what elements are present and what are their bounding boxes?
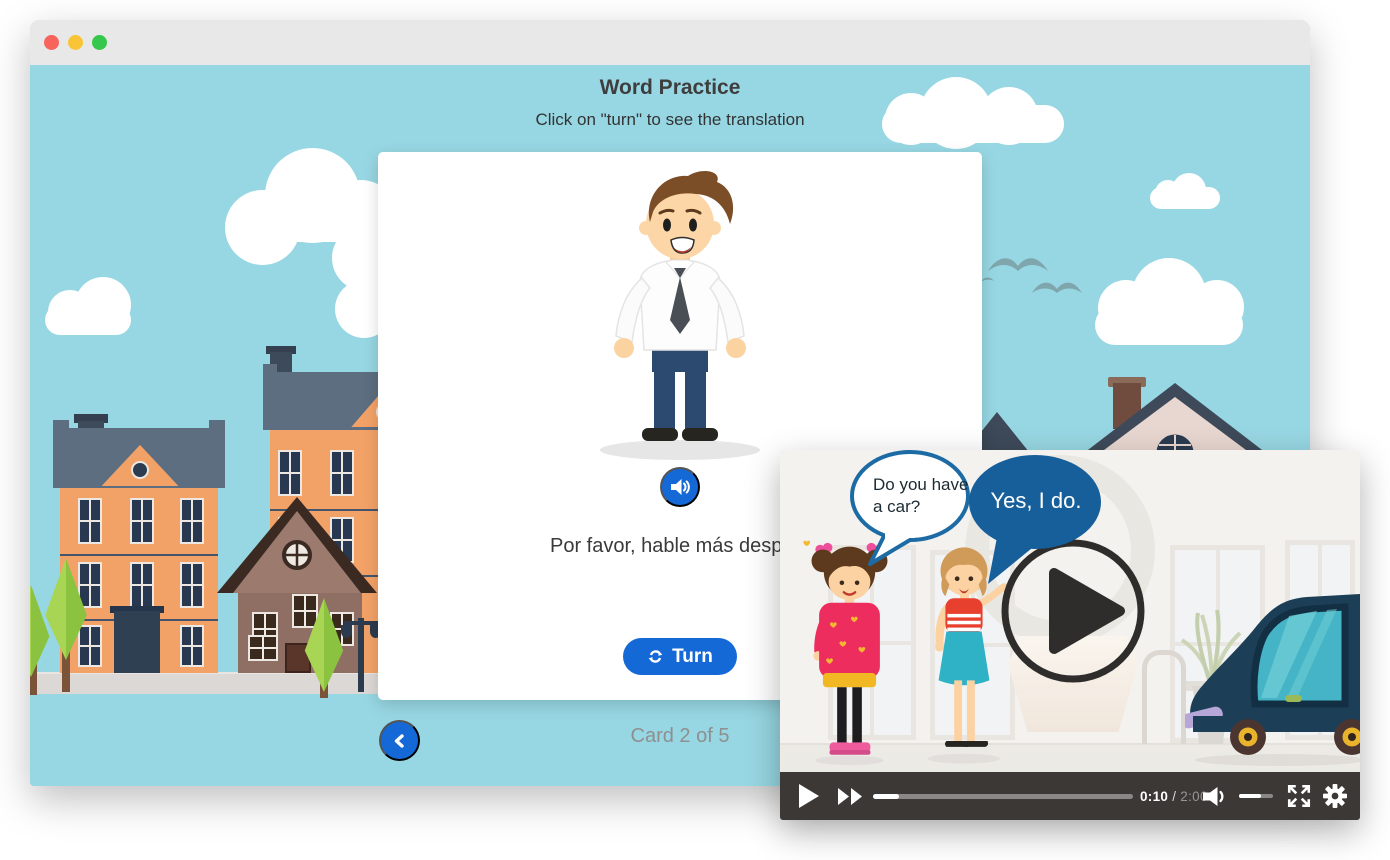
- time-display: 0:10 / 2:00: [1140, 772, 1208, 820]
- minimize-button[interactable]: [68, 35, 83, 50]
- chair: [1142, 650, 1186, 744]
- video-scene: Do you have a car? Yes, I do.: [780, 450, 1360, 772]
- volume-fill: [1239, 794, 1261, 798]
- volume-icon: [1202, 786, 1230, 807]
- page-title: Word Practice: [30, 76, 1310, 100]
- time-current: 0:10: [1140, 789, 1168, 804]
- audio-button[interactable]: [660, 467, 700, 507]
- play-button[interactable]: [798, 772, 820, 820]
- turn-button-label: Turn: [672, 646, 713, 668]
- bubble-answer-text: Yes, I do.: [976, 488, 1096, 514]
- zoom-button[interactable]: [92, 35, 107, 50]
- speech-bubble-answer: [965, 452, 1110, 592]
- play-icon: [798, 783, 820, 809]
- video-player[interactable]: Do you have a car? Yes, I do. 0:10 / 2:0…: [780, 450, 1360, 820]
- house-right: [1080, 375, 1270, 453]
- settings-gear-icon: [1322, 783, 1348, 809]
- video-control-bar: 0:10 / 2:00: [780, 772, 1360, 820]
- speaker-icon: [669, 476, 691, 498]
- flashcard-phrase: Por favor, hable más despa: [550, 535, 793, 558]
- close-button[interactable]: [44, 35, 59, 50]
- time-divider: /: [1168, 789, 1180, 804]
- fullscreen-icon: [1286, 783, 1312, 809]
- volume-slider[interactable]: [1239, 794, 1273, 798]
- building-door: [114, 611, 160, 673]
- birds-icon: [980, 247, 1110, 307]
- refresh-icon: [647, 648, 664, 665]
- settings-button[interactable]: [1322, 772, 1348, 820]
- businessman-illustration: [570, 162, 790, 462]
- girl-illustration: [802, 538, 897, 770]
- car-illustration: [1185, 590, 1360, 772]
- fullscreen-button[interactable]: [1286, 772, 1312, 820]
- turn-button[interactable]: Turn: [623, 638, 737, 675]
- fast-forward-icon: [838, 788, 864, 805]
- volume-button[interactable]: [1202, 772, 1230, 820]
- progress-fill: [873, 794, 899, 799]
- window-titlebar: [30, 20, 1310, 65]
- progress-bar[interactable]: [873, 794, 1133, 799]
- bubble-question-text: Do you have a car?: [873, 474, 977, 518]
- fast-forward-button[interactable]: [838, 772, 864, 820]
- page-subtitle: Click on "turn" to see the translation: [30, 110, 1310, 130]
